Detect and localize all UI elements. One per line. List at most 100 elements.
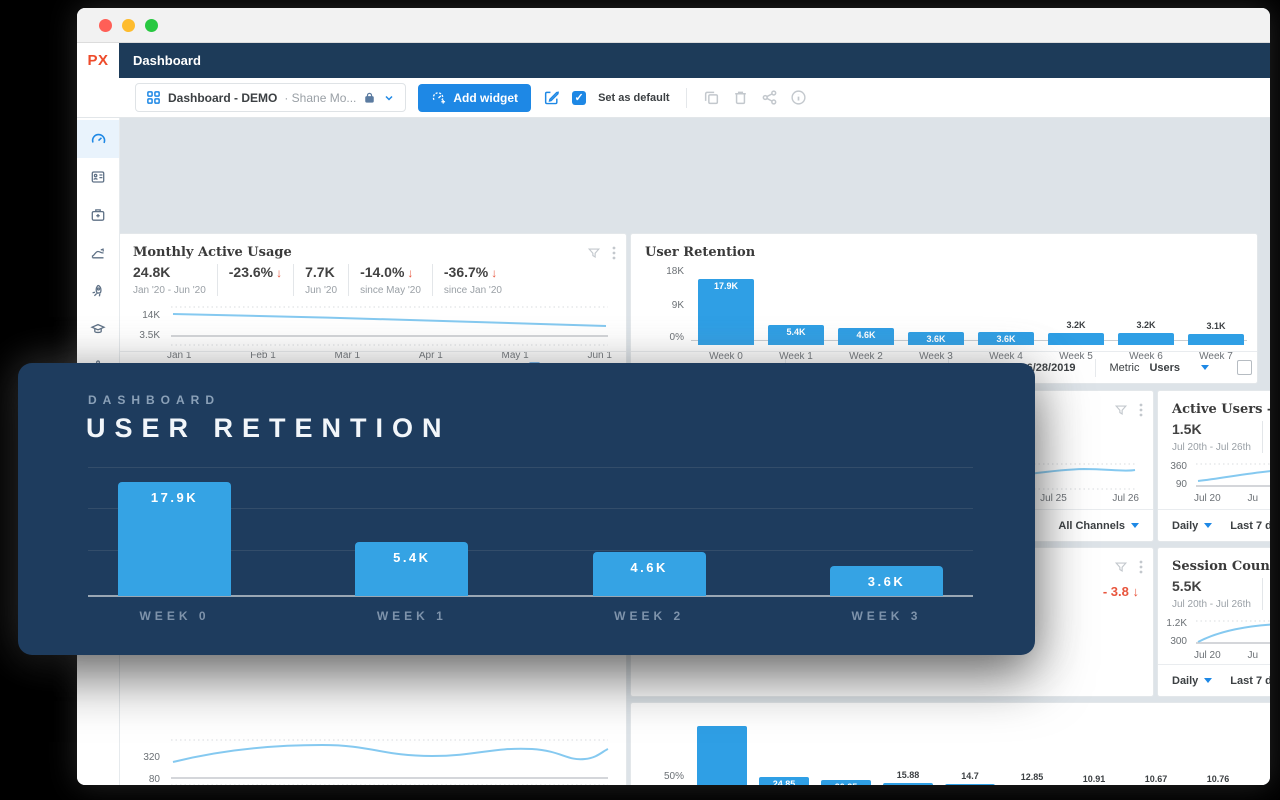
- include-recent-checkbox[interactable]: [1237, 360, 1252, 375]
- bar-chart-days: Day 024.85Day 120.25Day 215.88Day 314.7D…: [691, 711, 1270, 785]
- filter-icon[interactable]: [587, 246, 601, 260]
- dashboard-toolbar: Dashboard - DEMO · Shane Mo... Add widge…: [77, 78, 1270, 118]
- stat: 5.5KJul 20th - Jul 26th: [1172, 578, 1262, 610]
- bar-column: 3.2KWeek 5: [1041, 268, 1111, 362]
- y-tick: 360: [1170, 461, 1194, 472]
- overlay-bar-column: 5.4K: [355, 542, 468, 596]
- widget-retention-by-day: 50% 0% Day 024.85Day 120.25Day 215.88Day…: [630, 702, 1270, 785]
- overlay-title: USER RETENTION: [86, 413, 451, 444]
- widget-footer: Daily Last 7 days: [1158, 664, 1270, 696]
- dashboard-selector[interactable]: Dashboard - DEMO · Shane Mo...: [135, 83, 406, 112]
- bar-column: 17.9KWeek 0: [691, 268, 761, 362]
- stat: -23.6%↓: [217, 264, 293, 296]
- close-button[interactable]: [99, 19, 112, 32]
- bar-column: 3.6KWeek 3: [901, 268, 971, 362]
- bar-column: 10.91Day 6: [1063, 711, 1125, 785]
- overlay-x-ticks: WEEK 0WEEK 1WEEK 2WEEK 3: [88, 609, 973, 623]
- duplicate-icon[interactable]: [703, 89, 720, 106]
- footer-dropdown[interactable]: Daily: [1172, 675, 1212, 687]
- bar-column: 20.25Day 2: [815, 711, 877, 785]
- line-chart: 360 90: [1194, 459, 1258, 491]
- bar-cell: [1249, 716, 1270, 785]
- bar-cell: 4.6K: [831, 273, 901, 345]
- bar-column: 12.85Day 5: [1001, 711, 1063, 785]
- footer-dropdown[interactable]: Last 7 days: [1230, 675, 1270, 687]
- app-header: PX Dashboard: [77, 43, 1270, 78]
- x-tick: Ju: [1247, 650, 1258, 661]
- include-recent-checkbox-group[interactable]: Include recent tim: [1223, 359, 1258, 377]
- bar-column: 3.2KWeek 6: [1111, 268, 1181, 362]
- widget-active-users-enterprise: Active Users - Enterp 1.5KJul 20th - Jul…: [1157, 390, 1270, 542]
- footer-dropdown[interactable]: Last 7 days: [1230, 520, 1270, 532]
- x-tick: Jul 20: [1194, 650, 1221, 661]
- bar-column: 5.4KWeek 1: [761, 268, 831, 362]
- x-tick: Jul 26: [1112, 493, 1139, 504]
- sidebar-item-knowledge-center[interactable]: [77, 310, 119, 348]
- chevron-down-icon: [383, 92, 395, 104]
- sidebar-item-analytics[interactable]: [77, 234, 119, 272]
- bar-column: Day 0: [691, 711, 753, 785]
- sidebar-item-audience[interactable]: [77, 158, 119, 196]
- bar-cell: 5.4K: [761, 273, 831, 345]
- bar-column: 14.7Day 4: [939, 711, 1001, 785]
- lock-icon: [363, 91, 376, 104]
- footer-dropdown[interactable]: Daily: [1172, 520, 1212, 532]
- set-default-checkbox[interactable]: ✓: [572, 91, 586, 105]
- stats-row: 24.8KJan '20 - Jun '20-23.6%↓ 7.7KJun '2…: [119, 262, 626, 296]
- y-tick: 0%: [670, 332, 691, 343]
- bar-column: 3.1KWeek 7: [1181, 268, 1251, 362]
- y-tick: 9K: [672, 300, 691, 311]
- bar-cell: 10.91: [1063, 716, 1125, 785]
- bar-cell: 17.9K: [691, 273, 761, 345]
- widget-title: Session Count: [1158, 548, 1270, 576]
- page-title: Dashboard: [119, 43, 201, 78]
- delete-icon[interactable]: [732, 89, 749, 106]
- all-channels-dropdown[interactable]: All Channels: [1058, 520, 1139, 532]
- overlay-eyebrow: DASHBOARD: [88, 393, 220, 407]
- stat: 24.8KJan '20 - Jun '20: [133, 264, 217, 296]
- widget-monthly-active-usage: Monthly Active Usage 24.8KJan '20 - Jun …: [118, 233, 627, 384]
- bar-cell: 3.6K: [901, 273, 971, 345]
- y-tick: 90: [1176, 479, 1194, 490]
- bar-cell: 3.2K: [1041, 273, 1111, 345]
- widget-gauge-icon: [431, 90, 446, 105]
- footer-setting[interactable]: MetricUsers: [1095, 359, 1224, 377]
- sidebar-item-engagements[interactable]: [77, 272, 119, 310]
- x-axis-ticks: Jul 20 Ju: [1194, 650, 1258, 661]
- px-logo: PX: [77, 43, 119, 78]
- y-tick: 1.2K: [1166, 618, 1194, 629]
- filter-icon[interactable]: [1114, 403, 1128, 417]
- overlay-bar-chart: 17.9K5.4K4.6K3.6K: [88, 467, 973, 596]
- stats-row: 1.5KJul 20th - Jul 26th12.2%↑: [1158, 419, 1270, 453]
- overlay-x-tick: WEEK 0: [102, 609, 247, 623]
- info-icon[interactable]: [790, 89, 807, 106]
- sidebar-item-product[interactable]: [77, 196, 119, 234]
- stat: 7.7KJun '20: [293, 264, 348, 296]
- bar-column: 4.6KWeek 2: [831, 268, 901, 362]
- y-tick: 80: [149, 774, 167, 785]
- sidebar-item-dashboard[interactable]: [77, 120, 119, 158]
- kebab-menu-icon[interactable]: [612, 245, 616, 261]
- bar-cell: [691, 716, 753, 785]
- bar-column: 10.76Day 8: [1187, 711, 1249, 785]
- bar-column: 3.6KWeek 4: [971, 268, 1041, 362]
- bar-cell: 15.88: [877, 716, 939, 785]
- dashboard-selector-owner: · Shane Mo...: [284, 91, 356, 105]
- toolbar-divider: [686, 88, 687, 108]
- minimize-button[interactable]: [122, 19, 135, 32]
- grid-icon: [146, 90, 161, 105]
- kebab-menu-icon[interactable]: [1139, 559, 1143, 575]
- bar-cell: 10.76: [1187, 716, 1249, 785]
- screen: PX Dashboard Dashboard - DEMO · Shane Mo…: [0, 0, 1280, 800]
- filter-icon[interactable]: [1114, 560, 1128, 574]
- widget-title: Active Users - Enterp: [1158, 391, 1270, 419]
- widget-session-count: Session Count 5.5KJul 20th - Jul 26th7.4…: [1157, 547, 1270, 697]
- edit-icon[interactable]: [543, 89, 560, 106]
- bar-cell: 10.67: [1125, 716, 1187, 785]
- kebab-menu-icon[interactable]: [1139, 402, 1143, 418]
- bar-cell: 12.85: [1001, 716, 1063, 785]
- negative-stat: - 3.8 ↓: [1103, 584, 1139, 599]
- zoom-button[interactable]: [145, 19, 158, 32]
- add-widget-button[interactable]: Add widget: [418, 84, 531, 112]
- share-icon[interactable]: [761, 89, 778, 106]
